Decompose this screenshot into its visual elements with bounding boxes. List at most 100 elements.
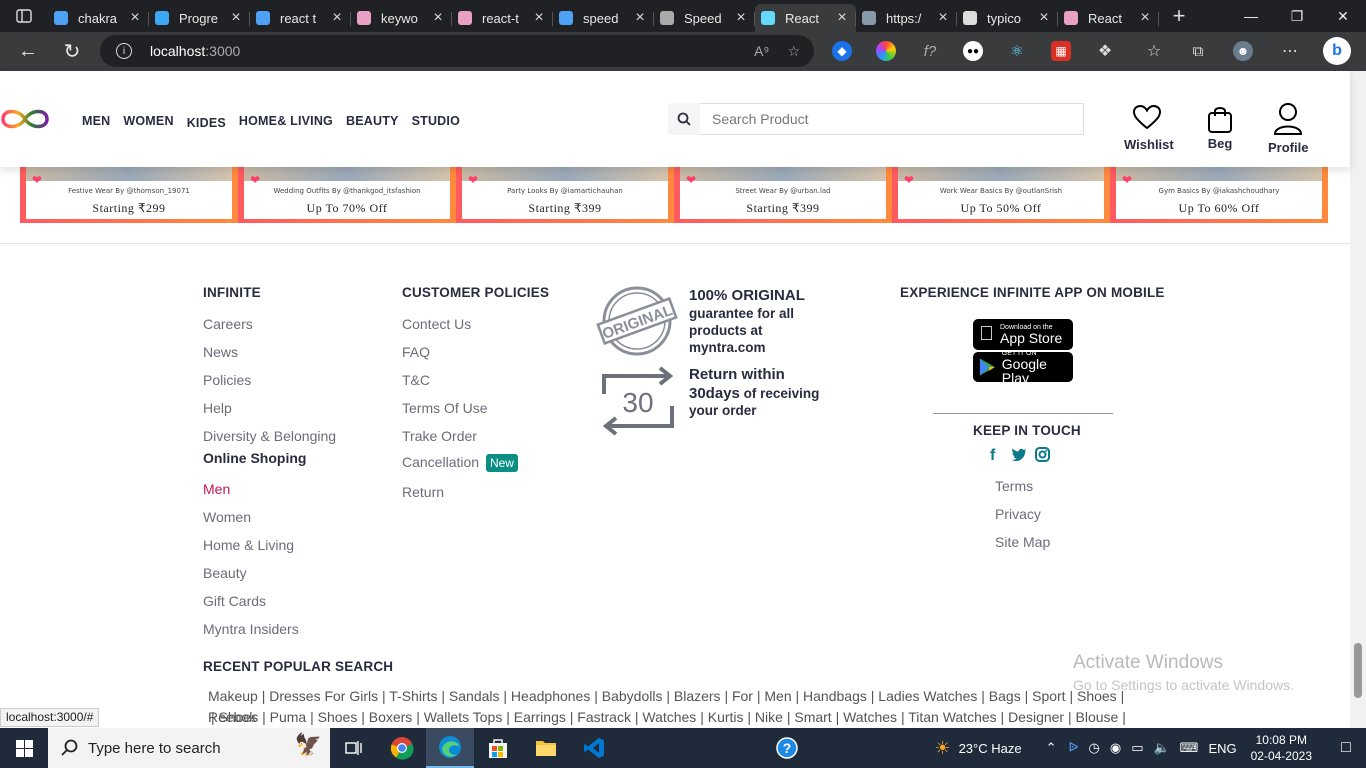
scrollbar-thumb[interactable] [1354,643,1362,698]
footer-link-terms[interactable]: Terms [995,478,1033,494]
network-icon[interactable]: ◷ [1089,740,1100,756]
collections-icon[interactable]: ⧉ [1188,41,1208,61]
bag-button[interactable]: Beg [1205,104,1235,151]
color-picker-extension-icon[interactable] [876,41,896,61]
footer-link-home-living[interactable]: Home & Living [203,537,294,553]
page-scrollbar[interactable] [1350,71,1366,728]
instagram-icon[interactable] [1035,447,1050,467]
language-indicator[interactable]: ENG [1208,741,1236,756]
read-aloud-icon[interactable]: A⁹ [754,43,769,60]
banner-card[interactable]: ❤ Work Wear Basics By @outlanSrish Up To 5… [892,167,1110,223]
site-info-icon[interactable]: i [116,43,132,59]
extension-eyes-icon[interactable]: ●● [963,41,983,61]
keyboard-icon[interactable]: ⌨ [1180,740,1199,756]
profile-button[interactable]: Profile [1268,102,1308,155]
footer-link-return[interactable]: Return [402,484,444,500]
browser-tab[interactable]: react t × [250,4,351,32]
nav-studio[interactable]: STUDIO [412,114,460,128]
browser-tab[interactable]: typico × [957,4,1058,32]
banner-card[interactable]: ❤ Party Looks By @iamartichauhan Starting … [456,167,674,223]
footer-link-faq[interactable]: FAQ [402,344,430,360]
browser-tab[interactable]: chakra × [48,4,149,32]
browser-tab[interactable]: react-t × [452,4,553,32]
footer-link-help[interactable]: Help [203,400,232,416]
tab-close-icon[interactable]: × [935,9,951,27]
profile-avatar-icon[interactable]: ☻ [1233,41,1253,61]
clock[interactable]: 10:08 PM 02-04-2023 [1251,732,1312,764]
minimize-icon[interactable]: — [1228,0,1274,32]
wishlist-button[interactable]: Wishlist [1124,104,1174,152]
footer-link-women[interactable]: Women [203,509,251,525]
tab-close-icon[interactable]: × [1137,9,1153,27]
app-store-button[interactable]:  Download on theApp Store [973,319,1073,350]
tab-close-icon[interactable]: × [632,9,648,27]
browser-tab[interactable]: speed × [553,4,654,32]
google-play-button[interactable]: GET IT ON Google Play [973,350,1073,385]
task-view-icon[interactable] [330,728,378,768]
banner-card[interactable]: ❤ Festive Wear By @thomson_19071 Starting … [20,167,238,223]
tab-close-icon[interactable]: × [127,9,143,27]
footer-link-sitemap[interactable]: Site Map [995,534,1050,550]
file-explorer-icon[interactable] [522,728,570,768]
react-devtools-icon[interactable]: ⚛ [1007,41,1027,61]
tray-chevron-icon[interactable]: ⌃ [1046,740,1057,756]
banner-card[interactable]: ❤ Gym Basics By @iakashchoudhary Up To 60%… [1110,167,1328,223]
tab-close-icon[interactable]: × [329,9,345,27]
back-icon[interactable]: ← [6,32,50,71]
footer-link-tnc[interactable]: T&C [402,372,430,388]
microsoft-store-icon[interactable] [474,728,522,768]
taskbar-search[interactable]: Type here to search 🦅 [48,728,330,768]
bluetooth-icon[interactable]: ᐉ [1069,740,1079,756]
close-window-icon[interactable]: ✕ [1320,0,1366,32]
tab-close-icon[interactable]: × [1036,9,1052,27]
tab-close-icon[interactable]: × [733,9,749,27]
browser-tab[interactable]: React × [1058,4,1159,32]
tab-close-icon[interactable]: × [430,9,446,27]
facebook-icon[interactable]: f [990,447,995,465]
tab-close-icon[interactable]: × [834,9,850,27]
add-favorite-icon[interactable]: ☆ [787,43,800,60]
infinity-logo-icon[interactable] [0,105,50,133]
browser-tab[interactable]: keywo × [351,4,452,32]
notifications-icon[interactable]: □ [1326,739,1366,757]
volume-icon[interactable]: 🔈 [1153,740,1169,756]
edge-icon[interactable] [426,728,474,768]
search-icon[interactable] [668,103,700,135]
nav-women[interactable]: WOMEN [123,114,173,128]
footer-link-insiders[interactable]: Myntra Insiders [203,621,299,637]
banner-card[interactable]: ❤ Wedding Outfits By @thankgod_itsfashion… [238,167,456,223]
footer-link-careers[interactable]: Careers [203,316,253,332]
footer-link-gift-cards[interactable]: Gift Cards [203,593,266,609]
footer-link-diversity[interactable]: Diversity & Belonging [203,428,336,444]
bing-copilot-icon[interactable]: b [1323,37,1351,65]
battery-icon[interactable]: ▭ [1131,740,1143,756]
more-menu-icon[interactable]: ⋯ [1280,41,1300,61]
extension-red-icon[interactable]: ▦ [1051,41,1071,61]
browser-tab[interactable]: Progre × [149,4,250,32]
windows-start-icon[interactable] [0,728,48,768]
favorites-icon[interactable]: ☆ [1144,41,1164,61]
nav-kids[interactable]: KIDES [187,116,226,130]
search-input[interactable] [700,103,1084,135]
banner-card[interactable]: ❤ Street Wear By @urban.lad Starting ₹399 [674,167,892,223]
footer-link-track-order[interactable]: Trake Order [402,428,477,444]
address-bar[interactable]: i localhost:3000 A⁹ ☆ [100,35,814,67]
help-icon[interactable]: ? [763,728,811,768]
weather-text[interactable]: 23°C Haze [959,741,1022,756]
nav-beauty[interactable]: BEAUTY [346,114,399,128]
footer-link-contact[interactable]: Contect Us [402,316,471,332]
footer-link-terms-of-use[interactable]: Terms Of Use [402,400,488,416]
tab-close-icon[interactable]: × [531,9,547,27]
restore-icon[interactable]: ❐ [1274,0,1320,32]
footer-link-cancellation[interactable]: Cancellation [402,454,479,470]
extensions-puzzle-icon[interactable]: ❖ [1095,41,1115,61]
footer-link-beauty[interactable]: Beauty [203,565,247,581]
camera-icon[interactable]: ◉ [1110,740,1121,756]
twitter-icon[interactable] [1011,447,1027,466]
vscode-icon[interactable] [570,728,618,768]
browser-tab[interactable]: https:/ × [856,4,957,32]
tab-actions-icon[interactable] [0,0,48,32]
footer-link-policies[interactable]: Policies [203,372,251,388]
footer-link-privacy[interactable]: Privacy [995,506,1041,522]
browser-tab[interactable]: Speed × [654,4,755,32]
